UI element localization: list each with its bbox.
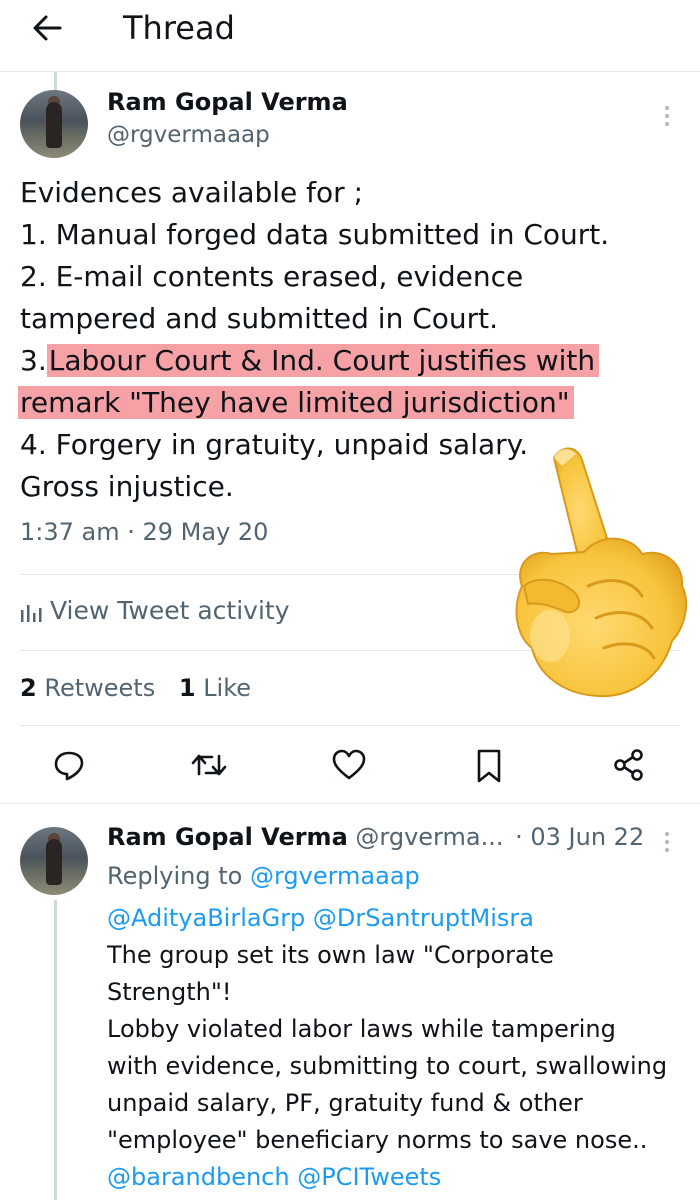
avatar[interactable] <box>20 827 88 895</box>
reply-line: Lobby violated labor laws while tamperin… <box>107 1015 616 1043</box>
replying-handle-link[interactable]: @rgvermaaap <box>250 862 420 890</box>
more-options-icon[interactable] <box>662 104 672 130</box>
tweet-timestamp[interactable]: 1:37 am · 29 May 20 <box>20 518 268 546</box>
tweet-line: remark "They have limited jurisdiction" <box>18 382 670 424</box>
avatar[interactable] <box>20 90 88 158</box>
tweet-line: tampered and submitted in Court. <box>20 302 499 335</box>
tweet-line: Evidences available for ; <box>20 176 364 209</box>
author-name[interactable]: Ram Gopal Verma <box>107 823 348 851</box>
activity-label: View Tweet activity <box>50 596 290 625</box>
view-tweet-activity-link[interactable]: View Tweet activity <box>20 596 290 625</box>
arrow-left-icon[interactable] <box>30 8 64 57</box>
engagement-stats: 2 Retweets 1 Like <box>20 674 251 702</box>
likes-link[interactable]: 1 Like <box>179 674 251 702</box>
like-icon[interactable] <box>331 748 367 782</box>
reply-date[interactable]: · 03 Jun 22 <box>515 823 644 851</box>
replying-to: Replying to @rgvermaaap <box>107 862 420 890</box>
author-handle[interactable]: @rgvermaaap <box>107 122 270 148</box>
analytics-icon <box>21 605 42 622</box>
tweet-line: 3.Labour Court & Ind. Court justifies wi… <box>20 340 670 382</box>
like-count: 1 <box>178 674 196 702</box>
tweet-line: 1. Manual forged data submitted in Court… <box>20 218 610 251</box>
divider <box>20 725 680 726</box>
author-name[interactable]: Ram Gopal Verma <box>107 88 348 116</box>
share-icon[interactable] <box>612 748 646 782</box>
replying-prefix: Replying to <box>107 862 243 890</box>
reply-header: Ram Gopal Verma @rgverma... · 03 Jun 22 <box>107 823 644 851</box>
divider <box>0 803 700 804</box>
top-bar: Thread <box>0 0 700 72</box>
mention-links[interactable]: @barandbench @PCITweets <box>107 1159 687 1196</box>
thread-connector-line <box>54 72 57 90</box>
reply-line: with evidence, submitting to court, swal… <box>107 1052 668 1080</box>
mention-links[interactable]: @AdityaBirlaGrp @DrSantruptMisra <box>107 900 687 937</box>
reply-line: The group set its own law "Corporate <box>107 941 554 969</box>
reply-icon[interactable] <box>52 748 86 782</box>
tweet-line: 2. E-mail contents erased, evidence <box>20 260 524 293</box>
more-options-icon[interactable] <box>662 830 672 856</box>
thread-connector-line <box>54 900 57 1200</box>
pointing-up-hand-emoji <box>515 447 688 698</box>
highlighted-text: remark "They have limited jurisdiction" <box>18 386 574 419</box>
retweet-icon[interactable] <box>190 748 228 782</box>
retweets-link[interactable]: 2 Retweets <box>20 674 155 702</box>
list-number: 3. <box>20 344 47 377</box>
page-title: Thread <box>123 9 235 47</box>
like-label: Like <box>203 674 252 702</box>
bookmark-icon[interactable] <box>474 748 504 784</box>
retweet-count: 2 <box>20 674 37 702</box>
reply-line: Strength"! <box>107 978 232 1006</box>
reply-line: "employee" beneficiary norms to save nos… <box>107 1126 648 1154</box>
author-handle[interactable]: @rgverma... <box>355 823 503 851</box>
highlighted-text: Labour Court & Ind. Court justifies with <box>46 344 600 377</box>
reply-text: @AdityaBirlaGrp @DrSantruptMisra The gro… <box>107 900 687 1196</box>
reply-line: unpaid salary, PF, gratuity fund & other <box>107 1089 583 1117</box>
retweet-label: Retweets <box>44 674 156 702</box>
